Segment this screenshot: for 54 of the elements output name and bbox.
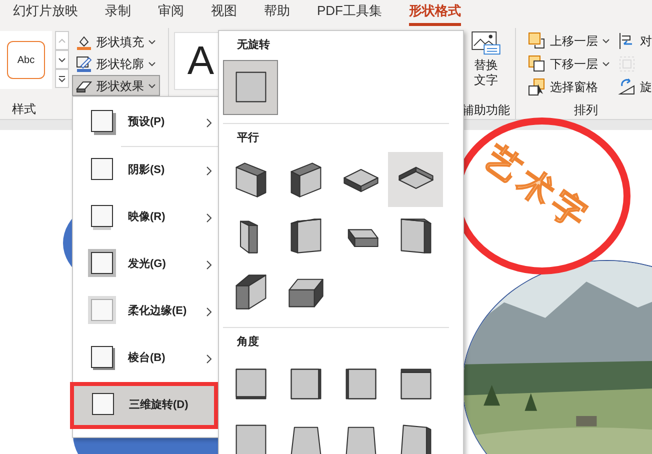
section-header: 平行 xyxy=(236,130,260,146)
dropdown-chevron-icon xyxy=(148,82,156,90)
rotate-icon xyxy=(618,78,636,96)
wordart-text: 艺术字 xyxy=(479,140,597,238)
menu-item[interactable]: 三维旋转(D) xyxy=(70,382,218,429)
group-label: 排列 xyxy=(573,102,600,119)
dropdown-chevron-icon xyxy=(148,38,156,46)
arrange-command-button[interactable]: 对 xyxy=(618,31,652,51)
arrange-command-button[interactable]: 上移一层 xyxy=(528,31,610,51)
chevron-right-icon xyxy=(206,166,212,176)
menu-item[interactable]: 阴影(S) xyxy=(73,147,218,194)
ribbon-tab[interactable]: 幻灯片放映 xyxy=(13,2,78,26)
chevron-right-icon xyxy=(206,118,212,128)
chevron-right-icon xyxy=(206,306,212,316)
ribbon-command-button[interactable]: 形状效果 xyxy=(72,75,160,96)
menu-item[interactable]: 映像(R) xyxy=(73,194,218,241)
chevron-right-icon xyxy=(206,212,212,222)
alt-text-button[interactable]: 替换文字 xyxy=(472,58,499,88)
pen-icon xyxy=(76,56,92,72)
cursor-icon xyxy=(528,78,546,96)
rotation-preset[interactable] xyxy=(388,152,443,207)
more-icon xyxy=(58,74,66,82)
layers-icon xyxy=(528,32,546,50)
ribbon-command-button[interactable]: 形状填充 xyxy=(72,31,160,52)
group-label: 样式 xyxy=(11,101,37,118)
dropdown-chevron-icon xyxy=(602,60,610,68)
paint-bucket-icon xyxy=(76,34,92,50)
dropdown-chevron-icon xyxy=(58,56,66,64)
menu-item[interactable]: 柔化边缘(E) xyxy=(73,288,218,335)
dropdown-chevron-icon xyxy=(602,37,610,45)
alt-text-icon xyxy=(470,31,501,55)
ribbon-command-button[interactable]: 形状轮廓 xyxy=(72,53,160,74)
ribbon-tab[interactable]: 审阅 xyxy=(158,2,184,26)
chevron-right-icon xyxy=(206,260,212,270)
ribbon-tab[interactable]: 视图 xyxy=(211,2,237,26)
dropdown-chevron-icon xyxy=(148,60,156,68)
ribbon-tab[interactable]: PDF工具集 xyxy=(317,2,382,26)
menu-item[interactable]: 发光(G) xyxy=(73,241,218,288)
more-button[interactable] xyxy=(55,69,69,88)
ribbon-tab[interactable]: 帮助 xyxy=(264,2,290,26)
wordart-preview[interactable]: A xyxy=(187,41,214,81)
section-header: 角度 xyxy=(236,334,260,350)
chevron-right-icon xyxy=(206,354,212,364)
section-header: 无旋转 xyxy=(236,38,271,53)
arrange-command-button[interactable]: 旋 xyxy=(618,77,652,97)
arrange-command-button[interactable]: 选择窗格 xyxy=(528,77,610,97)
menu-item[interactable]: 棱台(B) xyxy=(73,335,218,382)
arrange-command-button[interactable]: 下移一层 xyxy=(528,54,610,74)
shape-style-preview[interactable]: Abc xyxy=(7,41,45,79)
layers-icon xyxy=(528,55,546,73)
ribbon-tab[interactable]: 录制 xyxy=(105,2,131,26)
menu-item[interactable]: 预设(P) xyxy=(73,99,218,146)
scroll-down-button[interactable] xyxy=(55,50,69,69)
up-caret-icon xyxy=(58,36,66,44)
